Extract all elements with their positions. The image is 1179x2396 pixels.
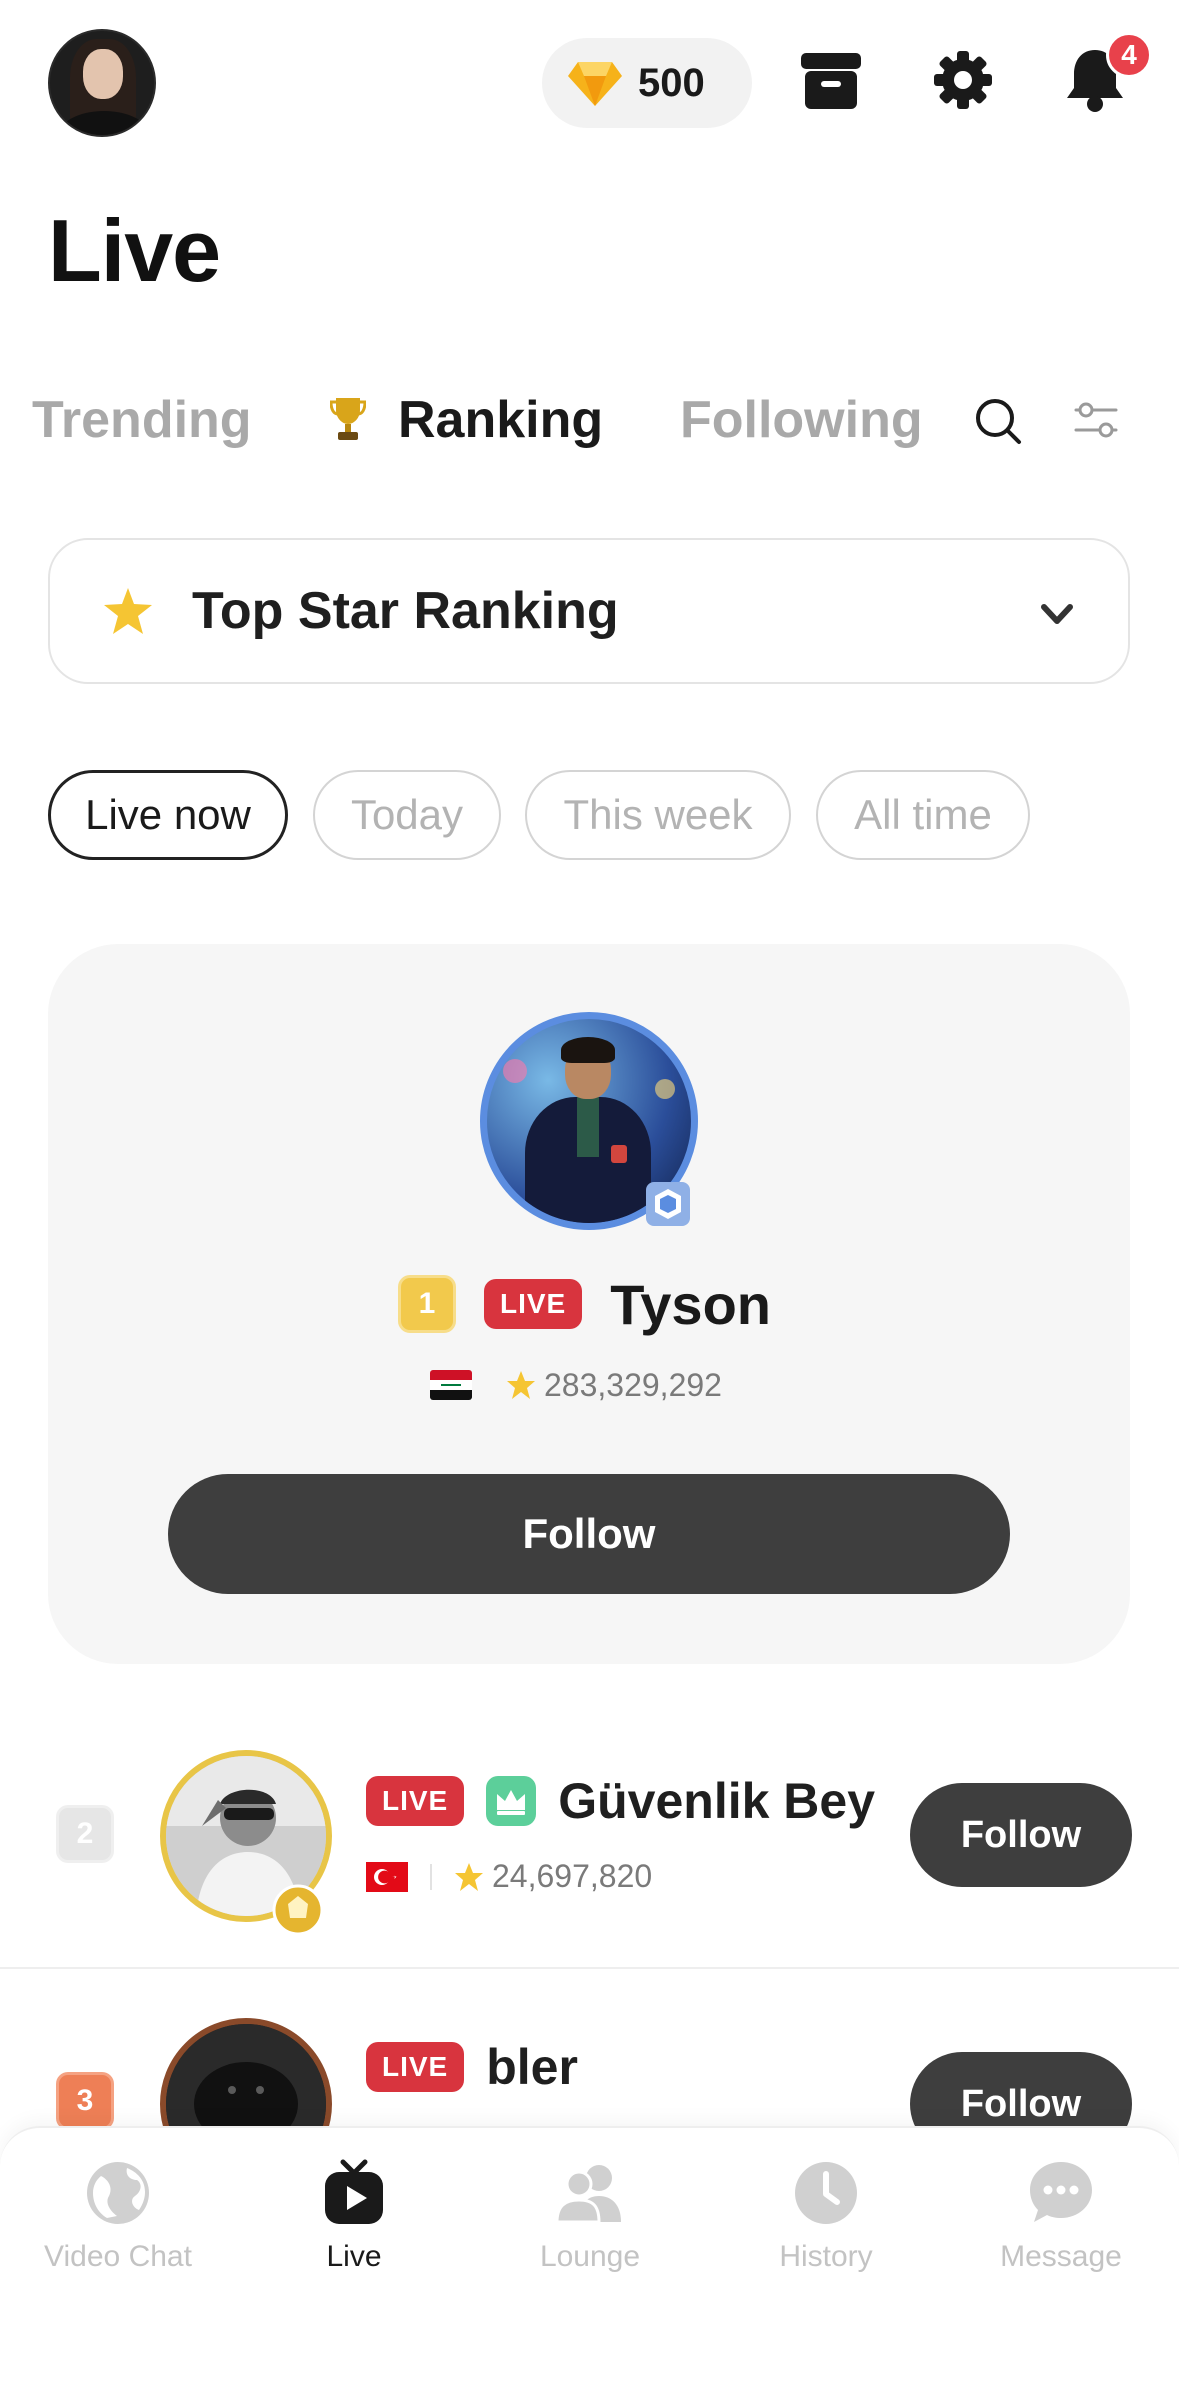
streamer-stats: 24,697,820 [366, 1858, 652, 1895]
nav-label: Live [326, 2240, 382, 2273]
streamer-name[interactable]: bler [486, 2038, 578, 2096]
nav-message[interactable]: Message [943, 2158, 1179, 2274]
clock-icon [795, 2162, 857, 2224]
profile-avatar[interactable] [48, 29, 156, 137]
page-title: Live [48, 201, 221, 300]
ranking-type-dropdown[interactable]: Top Star Ranking [48, 538, 1130, 684]
people-icon [555, 2165, 621, 2224]
nav-history[interactable]: History [708, 2158, 944, 2274]
box-icon [801, 53, 861, 109]
avatar-hair [561, 1037, 615, 1063]
coin-amount: 500 [638, 60, 705, 105]
filter-sliders-icon[interactable] [1072, 398, 1120, 444]
rank-number-badge: 2 [56, 1805, 114, 1863]
trophy-icon [330, 398, 366, 440]
nav-label: Lounge [539, 2240, 641, 2273]
search-icon[interactable] [972, 395, 1024, 447]
rank-number-badge: 1 [398, 1275, 456, 1333]
store-box-button[interactable] [796, 45, 866, 115]
avatar-face [83, 49, 123, 99]
live-tag: LIVE [366, 2042, 465, 2092]
tab-following[interactable]: Following [680, 390, 923, 450]
level-badge-icon [646, 1182, 690, 1226]
streamer-name[interactable]: Tyson [610, 1272, 771, 1337]
rank-number-badge: 3 [56, 2072, 114, 2130]
follow-button[interactable]: Follow [168, 1474, 1010, 1594]
crown-icon [486, 1776, 537, 1826]
streamer-title-row: LIVE Güvenlik Bey [366, 1772, 875, 1830]
star-icon [507, 1371, 535, 1399]
period-chip-this-week[interactable]: This week [525, 770, 791, 860]
star-icon [104, 588, 152, 634]
globe-icon [87, 2162, 149, 2224]
nav-video-chat[interactable]: Video Chat [0, 2158, 236, 2274]
ranking-type-label: Top Star Ranking [192, 582, 619, 640]
tv-play-icon [325, 2159, 383, 2224]
period-chip-today[interactable]: Today [313, 770, 501, 860]
streamer-title-row: LIVE bler [366, 2038, 578, 2096]
gear-icon [934, 51, 992, 109]
streamer-name[interactable]: Güvenlik Bey [558, 1772, 875, 1830]
tab-trending[interactable]: Trending [32, 390, 252, 450]
level-badge-icon [272, 1884, 324, 1936]
chevron-down-icon [1041, 604, 1073, 624]
iraq-flag-icon [430, 1370, 472, 1400]
diamond-icon [568, 62, 622, 106]
ranking-list-item[interactable]: 2 LIVE Güvenlik Bey 24,697,820 Follow [0, 1700, 1179, 1970]
star-count-value: 24,697,820 [492, 1858, 653, 1894]
nav-live[interactable]: Live [236, 2158, 472, 2274]
follow-button[interactable]: Follow [910, 1783, 1132, 1887]
live-tag: LIVE [484, 1279, 583, 1329]
nav-label: Message [1000, 2240, 1122, 2273]
nav-lounge[interactable]: Lounge [472, 2158, 708, 2274]
avatar-shirt [577, 1097, 599, 1157]
coin-balance-pill[interactable]: 500 [542, 38, 752, 128]
star-count: 283,329,292 [506, 1367, 722, 1404]
tab-ranking[interactable]: Ranking [330, 390, 603, 450]
bottom-navigation: Video Chat Live Lounge History Message [0, 2126, 1179, 2396]
live-tag: LIVE [366, 1776, 465, 1826]
nav-label: Video Chat [44, 2240, 192, 2273]
turkey-flag-icon [366, 1861, 408, 1892]
divider [430, 1863, 432, 1890]
nav-label: History [779, 2240, 873, 2273]
settings-button[interactable] [928, 45, 998, 115]
notification-badge: 4 [1106, 32, 1152, 78]
avatar-bokeh [655, 1079, 675, 1099]
avatar-cup [611, 1145, 627, 1163]
star-count: 24,697,820 [454, 1858, 652, 1895]
period-chip-live-now[interactable]: Live now [48, 770, 288, 860]
period-chip-all-time[interactable]: All time [816, 770, 1030, 860]
avatar-bokeh [503, 1059, 527, 1083]
star-count-value: 283,329,292 [544, 1366, 722, 1403]
tab-ranking-label: Ranking [398, 391, 604, 449]
top-streamer-stats: 283,329,292 [430, 1362, 722, 1408]
top-streamer-title-row: 1 LIVE Tyson [398, 1272, 771, 1336]
list-divider [0, 1967, 1179, 1969]
star-icon [455, 1862, 483, 1891]
chat-bubble-icon [1030, 2162, 1092, 2222]
